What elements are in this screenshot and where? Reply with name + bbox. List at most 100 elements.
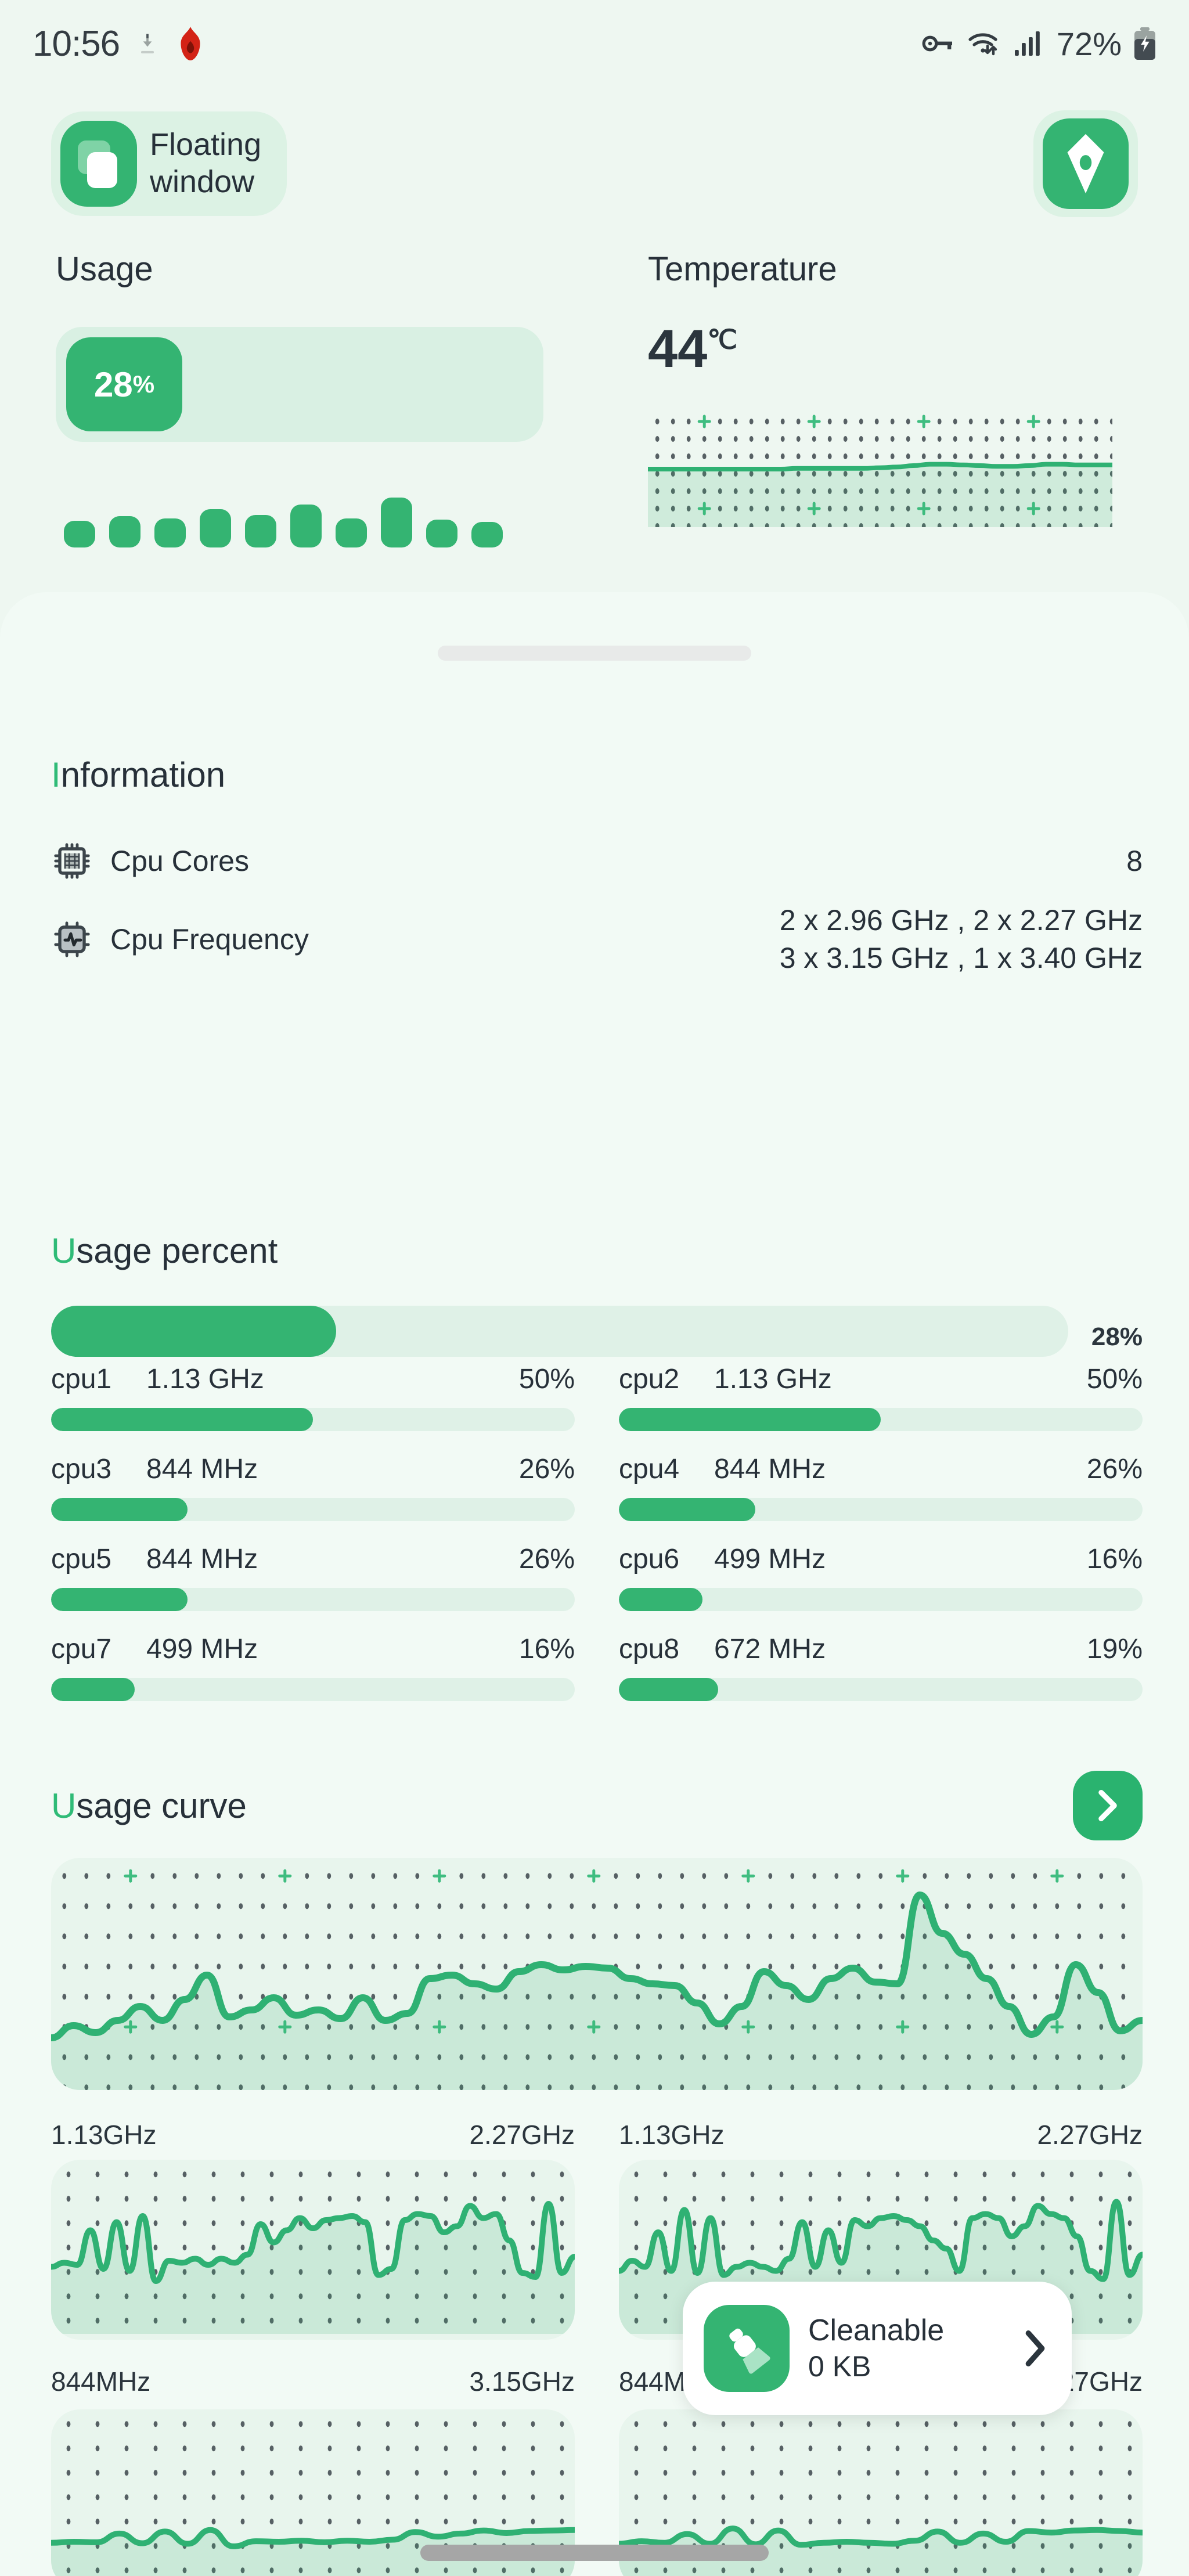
core-head: cpu7 499 MHz 16% [51,1633,575,1665]
core-track [619,1498,1143,1521]
temperature-mini-chart [646,411,1115,536]
temp-chart-svg [646,415,1115,536]
core-percent: 16% [1086,1544,1143,1575]
curve-row1-labels: 1.13GHz 2.27GHz 1.13GHz 2.27GHz [51,2119,1143,2150]
information-title: Information [51,755,1143,795]
core-frequency: 499 MHz [714,1544,826,1575]
core-cell-cpu6: cpu6 499 MHz 16% [619,1527,1143,1611]
core-fill [619,1588,703,1611]
usage-curve-next-button[interactable] [1073,1771,1143,1840]
cpu-frequency-icon [51,918,93,960]
usage-bar-9 [426,520,457,547]
cleanable-title: Cleanable [808,2313,945,2347]
core-frequency: 844 MHz [714,1454,826,1485]
usage-bar-6 [290,505,322,547]
temperature-number: 44 [648,319,708,379]
core-cell-cpu2: cpu2 1.13 GHz 50% [619,1347,1143,1431]
core-head: cpu2 1.13 GHz 50% [619,1363,1143,1395]
usage-bar-1 [64,521,95,547]
info-label-cpu-frequency: Cpu Frequency [110,923,309,956]
cpu-frequency-line1: 2 x 2.96 GHz , 2 x 2.27 GHz [779,904,1143,936]
core-name: cpu6 [619,1544,680,1575]
usage-bar-5 [245,515,276,547]
information-title-highlight: I [51,755,61,794]
core-track [619,1408,1143,1431]
usage-curve-title-highlight: U [51,1786,77,1825]
core-frequency: 499 MHz [146,1634,258,1665]
info-row-cpu-cores: Cpu Cores 8 [51,831,1143,891]
usage-badge-value: 28 [93,365,133,404]
core-percent: 16% [518,1634,575,1665]
core-track [619,1678,1143,1701]
cpu-frequency-line2: 3 x 3.15 GHz , 1 x 3.40 GHz [779,942,1143,974]
status-bar-left: 10:56 [33,23,206,64]
core-frequency: 844 MHz [146,1544,258,1575]
usage-curve-main-chart[interactable] [51,1858,1143,2090]
status-bar: 10:56 72% [0,0,1189,87]
core-cell-cpu3: cpu3 844 MHz 26% [51,1437,575,1521]
app-screen: 10:56 72% Floating window Usage 28 % Tem… [0,0,1189,2576]
core-frequency: 844 MHz [146,1454,258,1485]
core-cell-cpu8: cpu8 672 MHz 19% [619,1617,1143,1701]
usage-bar-8 [381,498,412,547]
core-cell-cpu4: cpu4 844 MHz 26% [619,1437,1143,1521]
core-head: cpu3 844 MHz 26% [51,1453,575,1485]
cleanable-size: 0 KB [808,2350,871,2383]
floating-window-label: Floating window [150,127,261,200]
info-row-cpu-frequency: Cpu Frequency 2 x 2.96 GHz , 2 x 2.27 GH… [51,902,1143,977]
usage-bar-4 [200,509,231,547]
chevron-right-icon [1098,1789,1117,1822]
curve-row2-labels-left: 844MHz 3.15GHz [51,2366,575,2397]
mini-chart-1[interactable] [51,2160,575,2340]
home-gesture-bar[interactable] [420,2545,769,2561]
core-fill [51,1588,188,1611]
core-fill [51,1408,313,1431]
core-head: cpu5 844 MHz 26% [51,1543,575,1575]
core-head: cpu1 1.13 GHz 50% [51,1363,575,1395]
usage-bar-10 [471,522,503,547]
usage-gauge: 28% [56,327,543,442]
app-header: Floating window [0,102,1189,225]
row2-left-max: 3.15GHz [469,2366,575,2397]
info-label-cpu-cores: Cpu Cores [110,845,249,877]
usage-bar-2 [109,516,140,547]
core-percent: 19% [1086,1634,1143,1665]
sheet-drag-handle[interactable] [438,646,751,661]
settings-button[interactable] [1033,110,1138,217]
floating-window-label-line2: window [150,164,255,199]
cleanable-chevron-icon [1025,2330,1045,2366]
core-track [619,1588,1143,1611]
detail-sheet: Information Cpu Cores 8 Cpu Frequency 2 … [0,592,1189,2576]
battery-charging-icon [1133,27,1156,60]
cpu-core-grid: cpu1 1.13 GHz 50% cpu2 1.13 GHz 50% cpu3 844 MH… [51,1347,1143,1701]
core-name: cpu4 [619,1454,680,1485]
usage-percent-title: Usage percent [51,1231,1143,1271]
signal-icon [1014,30,1043,57]
cpu-cores-icon [51,840,93,882]
usage-panel: Usage 28% [56,250,567,547]
row1-right-max: 2.27GHz [1037,2120,1143,2150]
core-name: cpu7 [51,1634,112,1665]
core-track [51,1678,575,1701]
usage-panel-title: Usage [56,250,153,288]
usage-percent-title-highlight: U [51,1231,77,1270]
usage-bar-3 [154,518,186,547]
core-head: cpu4 844 MHz 26% [619,1453,1143,1485]
usage-curve-title: Usage curve [51,1786,247,1826]
core-percent: 26% [1086,1454,1143,1485]
cleanable-card[interactable]: Cleanable 0 KB [683,2282,1072,2415]
core-cell-cpu1: cpu1 1.13 GHz 50% [51,1347,575,1431]
temperature-unit: ℃ [707,324,738,355]
floating-window-button[interactable]: Floating window [51,111,287,216]
information-title-rest: nformation [60,755,226,794]
row1-left-min: 1.13GHz [51,2120,157,2150]
core-fill [51,1498,188,1521]
core-frequency: 1.13 GHz [714,1364,832,1395]
vpn-key-icon [922,32,954,55]
core-frequency: 1.13 GHz [146,1364,264,1395]
core-percent: 26% [518,1454,575,1485]
row2-left-min: 844MHz [51,2366,151,2397]
mini-1-svg [51,2171,575,2334]
core-percent: 26% [518,1544,575,1575]
row1-right-min: 1.13GHz [619,2120,725,2150]
